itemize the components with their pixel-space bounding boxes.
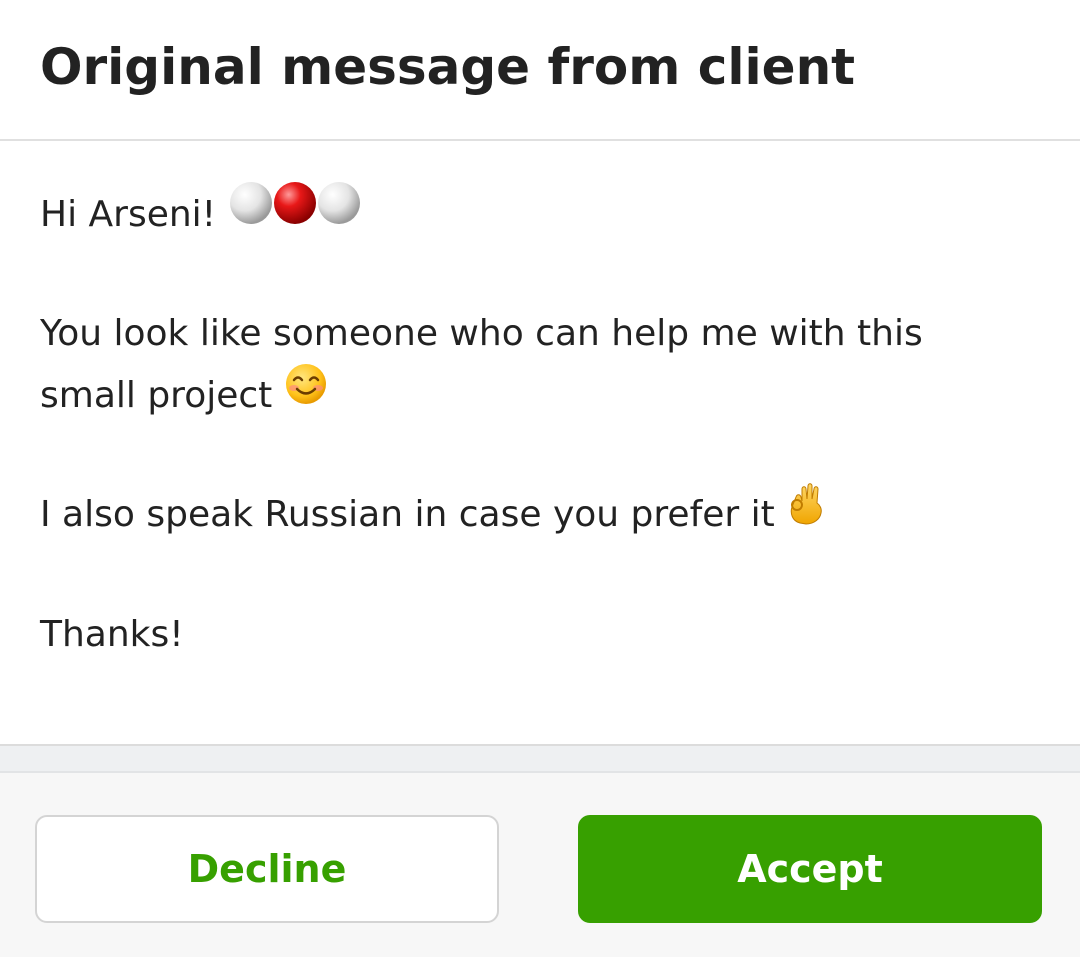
ok-hand-emoji-icon [786, 481, 826, 545]
dialog-footer: Decline Accept [0, 773, 1080, 957]
message-dialog: Original message from client Hi Arseni! [0, 0, 1080, 957]
message-paragraph-request: You look like someone who can help me wi… [40, 303, 923, 429]
message-paragraph-language: I also speak Russian in case you prefer … [40, 481, 826, 548]
dialog-header: Original message from client [0, 0, 1080, 141]
message-closing: Thanks! [40, 614, 184, 655]
message-greeting: Hi Arseni! [40, 180, 362, 249]
decline-button[interactable]: Decline [35, 815, 499, 923]
three-balls-emoji-icon [228, 180, 362, 246]
footer-separator-band [0, 746, 1080, 773]
accept-button[interactable]: Accept [578, 815, 1042, 923]
request-line-1: You look like someone who can help me wi… [40, 313, 923, 354]
greeting-text: Hi Arseni! [40, 194, 217, 235]
smiling-face-emoji-icon [284, 362, 328, 426]
page-title: Original message from client [40, 38, 856, 96]
language-text: I also speak Russian in case you prefer … [40, 494, 775, 535]
message-body: Hi Arseni! You look like someone who can… [0, 143, 1080, 746]
request-line-2: small project [40, 375, 273, 416]
